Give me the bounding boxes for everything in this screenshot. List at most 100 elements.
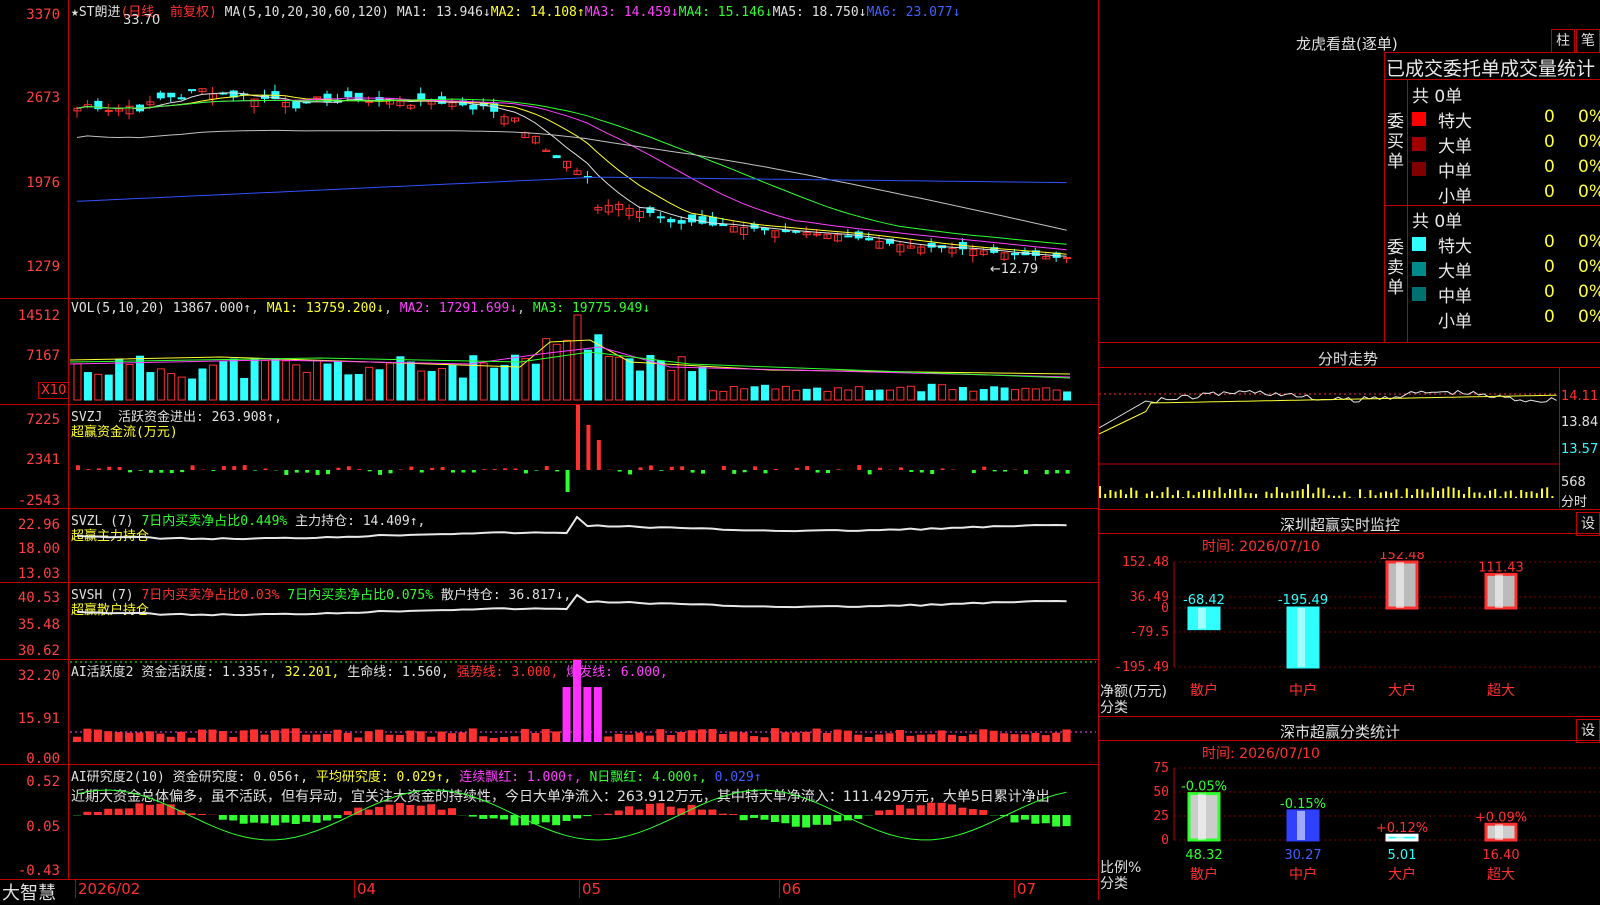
sep-vol: [0, 298, 1098, 299]
research-bar: [656, 803, 664, 815]
activity-bar: [792, 732, 800, 742]
fs-vol-bar: [1380, 492, 1382, 498]
fs-vol-bar: [1432, 487, 1434, 498]
research-bar: [156, 804, 164, 815]
research-bar: [146, 805, 154, 815]
research-bar: [563, 815, 571, 821]
vol-chart: [70, 312, 1096, 402]
research-bar: [771, 815, 779, 822]
fs-vol-bar: [1213, 491, 1215, 498]
bar-value-label: -68.42: [1183, 593, 1225, 608]
flow-bar: [920, 470, 924, 472]
bar-mode-button[interactable]: 柱: [1551, 29, 1575, 53]
fs-vol-bar: [1203, 490, 1205, 498]
volume-bar: [584, 350, 591, 400]
flow-bar: [316, 470, 320, 475]
volume-bar: [126, 365, 133, 400]
activity-bar: [781, 732, 789, 742]
category-label: 大户: [1388, 682, 1416, 699]
svsh-ytick-1: 35.48: [0, 617, 60, 633]
fs-vol-bar: [1104, 494, 1106, 498]
svzl-ytick-2: 13.03: [0, 566, 60, 582]
candle-body: [116, 109, 123, 111]
research-bar: [729, 814, 737, 815]
tick-mode-button[interactable]: 笔: [1576, 29, 1600, 53]
sell-row-pct-1: 0%: [1578, 257, 1600, 277]
activity-bar: [531, 733, 539, 742]
buy-swatch-1: [1412, 137, 1426, 151]
category-label: 超大: [1487, 683, 1515, 699]
activity-bar: [396, 735, 404, 742]
category-label: 散户: [1190, 682, 1218, 699]
research-bar: [1031, 815, 1039, 824]
volume-bar: [1032, 389, 1039, 400]
research-bar: [344, 811, 352, 815]
flow-bar: [774, 469, 778, 470]
buy-row-pct-0: 0%: [1578, 107, 1600, 127]
research-bar: [896, 805, 904, 815]
sell-row-name-0: 特大: [1438, 232, 1472, 257]
research-bar: [823, 815, 831, 825]
research-bar: [813, 815, 821, 825]
candle-body: [657, 217, 664, 218]
fs-vol-bar: [1416, 489, 1418, 498]
sell-row-value-3: 0: [1544, 307, 1555, 327]
svsh-ytick-2: 30.62: [0, 643, 60, 659]
activity-bar: [83, 729, 91, 742]
activity-bar: [1011, 734, 1019, 742]
volume-bar: [616, 357, 623, 400]
research-bar: [136, 803, 144, 815]
research-bar: [292, 815, 300, 824]
research-bar: [583, 815, 591, 816]
sz-monitor-xlabel: 分类: [1100, 697, 1128, 717]
bar-value-label: +0.09%: [1475, 810, 1527, 825]
sell-row-pct-3: 0%: [1578, 307, 1600, 327]
candle-body: [345, 92, 352, 97]
flow-bar: [493, 469, 497, 470]
fs-vol-bar: [1531, 491, 1533, 498]
fs-vol-bar: [1442, 488, 1444, 498]
research-bar: [886, 810, 894, 815]
bar-value-label: 152.48: [1379, 552, 1425, 563]
research-bar: [115, 809, 123, 815]
xaxis-4: 07: [1014, 880, 1036, 898]
research-bar: [625, 806, 633, 815]
fs-vol-bar: [1302, 489, 1304, 498]
activity-bar: [833, 730, 841, 742]
volume-bar: [918, 392, 925, 400]
fs-vol-bar: [1297, 491, 1299, 498]
volume-bar: [741, 389, 748, 400]
volume-bar: [657, 361, 664, 400]
bar-value-label: -0.05%: [1181, 780, 1227, 795]
buy-row-value-3: 0: [1544, 182, 1555, 202]
research-bar: [313, 815, 321, 823]
sep-xaxis: [0, 879, 1098, 880]
ma-line-5: [77, 130, 1067, 230]
flow-bar: [659, 470, 663, 471]
activity-bar: [688, 730, 696, 742]
fs-vol-bar: [1546, 487, 1548, 498]
activity-bar: [240, 730, 248, 742]
activity-bar: [563, 687, 571, 742]
research-bar: [927, 803, 935, 815]
fs-vol-bar: [1364, 497, 1366, 498]
activity-bar: [511, 736, 519, 742]
fs-vol-bar: [1156, 496, 1158, 498]
category-label: 中户: [1289, 682, 1317, 699]
fs-vol-bar: [1406, 488, 1408, 498]
activity-bar: [573, 660, 581, 742]
flow-bar: [576, 405, 580, 470]
activity-bar: [125, 733, 133, 742]
activity-bar: [198, 730, 206, 742]
fs-vol-bar: [1120, 490, 1122, 498]
volume-bar: [814, 388, 821, 400]
fs-vol-bar: [1099, 486, 1101, 498]
activity-bar: [823, 733, 831, 742]
activity-bar: [479, 736, 487, 742]
sz-monitor-chart: 152.4836.490-79.5-195.49-68.42散户-195.49中…: [1099, 552, 1600, 717]
candle-body: [532, 136, 539, 143]
research-bar: [417, 806, 425, 815]
lhb-sep2: [1384, 205, 1600, 206]
research-bar: [1042, 815, 1050, 823]
flow-bar: [1055, 470, 1059, 473]
